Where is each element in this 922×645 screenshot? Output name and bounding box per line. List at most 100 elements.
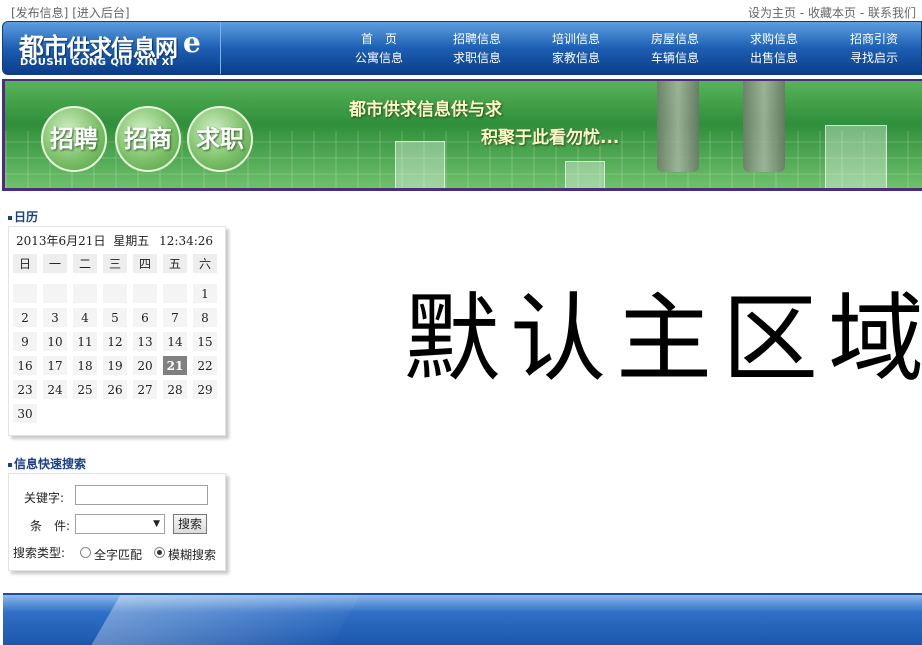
- calendar-day[interactable]: 5: [102, 307, 128, 328]
- calendar-day[interactable]: 16: [12, 355, 38, 376]
- calendar-day[interactable]: 4: [72, 307, 98, 328]
- quick-search-panel: 关键字: 条 件: ▼ 搜索 搜索类型: 全字匹配 模糊搜索: [8, 473, 226, 571]
- nav-housing-info[interactable]: 房屋信息: [635, 30, 715, 49]
- calendar-empty-cell: [102, 283, 128, 304]
- calendar-day[interactable]: 15: [192, 331, 218, 352]
- calendar-section-title: 日历: [8, 208, 38, 225]
- logo-pinyin-text: DOUSHI GONG QIU XIN XI: [20, 57, 174, 68]
- calendar-day[interactable]: 10: [42, 331, 68, 352]
- calendar-weekday-header: 日: [12, 253, 38, 274]
- nav-recruitment-info[interactable]: 招聘信息: [437, 30, 517, 49]
- nav-apartment-info[interactable]: 公寓信息: [339, 49, 419, 68]
- calendar-widget: 2013年6月21日 星期五 12:34:26 日一二三四五六123456789…: [8, 226, 226, 436]
- footer-bar: [3, 593, 922, 645]
- bookmark-link[interactable]: 收藏本页: [808, 6, 856, 20]
- calendar-day[interactable]: 28: [162, 379, 188, 400]
- calendar-day-today[interactable]: 21: [162, 355, 188, 376]
- calendar-day[interactable]: 30: [12, 403, 38, 424]
- search-section-title: 信息快速搜索: [8, 455, 86, 472]
- calendar-weekday-header: 一: [42, 253, 68, 274]
- contact-us-link[interactable]: 联系我们: [868, 6, 916, 20]
- chevron-down-icon: ▼: [153, 519, 160, 529]
- top-left-links: [发布信息] [进入后台]: [11, 4, 130, 21]
- calendar-day[interactable]: 22: [192, 355, 218, 376]
- exact-match-label[interactable]: 全字匹配: [94, 546, 142, 563]
- nav-vehicle-info[interactable]: 车辆信息: [635, 49, 715, 68]
- calendar-day[interactable]: 29: [192, 379, 218, 400]
- calendar-day[interactable]: 19: [102, 355, 128, 376]
- calendar-day[interactable]: 13: [132, 331, 158, 352]
- fuzzy-search-label[interactable]: 模糊搜索: [168, 546, 216, 563]
- link-separator: -: [796, 6, 808, 20]
- nav-tutoring-info[interactable]: 家教信息: [536, 49, 616, 68]
- bullet-square-icon: [8, 215, 12, 220]
- calendar-day[interactable]: 24: [42, 379, 68, 400]
- calendar-empty-cell: [162, 283, 188, 304]
- person-legs-graphic: [743, 81, 785, 172]
- nav-column-4: 房屋信息 车辆信息: [635, 30, 715, 68]
- calendar-day[interactable]: 2: [12, 307, 38, 328]
- calendar-weekday-header: 四: [132, 253, 158, 274]
- calendar-day[interactable]: 18: [72, 355, 98, 376]
- top-links-bar: [发布信息] [进入后台] 设为主页 - 收藏本页 - 联系我们: [0, 0, 922, 22]
- site-logo[interactable]: 都市供求信息网 e DOUSHI GONG QIU XIN XI: [3, 22, 221, 74]
- calendar-day[interactable]: 26: [102, 379, 128, 400]
- banner-slogan-line1: 都市供求信息供与求: [349, 100, 502, 120]
- nav-notices-info[interactable]: 寻找启示: [834, 49, 914, 68]
- calendar-day[interactable]: 27: [132, 379, 158, 400]
- promo-banner: 招聘 招商 求职 都市供求信息供与求 积聚于此看勿忧...: [2, 79, 922, 191]
- nav-for-sale-info[interactable]: 出售信息: [734, 49, 814, 68]
- banner-bubble-investment: 招商: [115, 106, 181, 172]
- building-graphic: [825, 125, 887, 188]
- publish-info-link[interactable]: [发布信息]: [11, 6, 68, 20]
- set-homepage-link[interactable]: 设为主页: [748, 6, 796, 20]
- enter-backend-link[interactable]: [进入后台]: [72, 6, 129, 20]
- nav-training-info[interactable]: 培训信息: [536, 30, 616, 49]
- logo-e-mark: e: [183, 26, 201, 59]
- nav-investment-info[interactable]: 招商引资: [834, 30, 914, 49]
- calendar-day[interactable]: 23: [12, 379, 38, 400]
- calendar-empty-cell: [42, 283, 68, 304]
- keyword-input[interactable]: [75, 485, 208, 505]
- calendar-day[interactable]: 25: [72, 379, 98, 400]
- keyword-label: 关键字:: [24, 491, 65, 505]
- calendar-day[interactable]: 11: [72, 331, 98, 352]
- calendar-weekday-header: 二: [72, 253, 98, 274]
- calendar-weekday-header: 六: [192, 253, 218, 274]
- calendar-day[interactable]: 17: [42, 355, 68, 376]
- nav-column-5: 求购信息 出售信息: [734, 30, 814, 68]
- nav-home[interactable]: 首 页: [339, 30, 419, 49]
- calendar-date: 2013年6月21日: [16, 234, 106, 248]
- nav-job-seeking-info[interactable]: 求职信息: [437, 49, 517, 68]
- person-legs-graphic: [657, 81, 699, 172]
- calendar-day[interactable]: 9: [12, 331, 38, 352]
- exact-match-radio[interactable]: [80, 547, 91, 558]
- banner-bubble-recruit: 招聘: [41, 106, 107, 172]
- link-separator: -: [856, 6, 868, 20]
- calendar-day[interactable]: 3: [42, 307, 68, 328]
- banner-slogan-line2: 积聚于此看勿忧...: [481, 128, 620, 148]
- building-graphic: [395, 141, 445, 188]
- calendar-day[interactable]: 6: [132, 307, 158, 328]
- condition-select[interactable]: ▼: [75, 514, 165, 534]
- calendar-weekday: 星期五: [113, 234, 150, 248]
- calendar-weekday-header: 三: [102, 253, 128, 274]
- calendar-day[interactable]: 1: [192, 283, 218, 304]
- search-type-label: 搜索类型:: [13, 546, 66, 560]
- building-graphic: [565, 161, 605, 188]
- footer-shine-graphic: [79, 595, 367, 645]
- calendar-clock: 12:34:26: [159, 234, 214, 248]
- calendar-day[interactable]: 14: [162, 331, 188, 352]
- search-button[interactable]: 搜索: [173, 514, 207, 534]
- calendar-day[interactable]: 7: [162, 307, 188, 328]
- calendar-weekday-header: 五: [162, 253, 188, 274]
- top-right-links: 设为主页 - 收藏本页 - 联系我们: [748, 4, 916, 21]
- main-content-placeholder: 默认主区域: [404, 283, 922, 395]
- nav-column-2: 招聘信息 求职信息: [437, 30, 517, 68]
- nav-wanted-info[interactable]: 求购信息: [734, 30, 814, 49]
- calendar-day[interactable]: 8: [192, 307, 218, 328]
- calendar-day[interactable]: 20: [132, 355, 158, 376]
- calendar-empty-cell: [12, 283, 38, 304]
- calendar-day[interactable]: 12: [102, 331, 128, 352]
- fuzzy-search-radio[interactable]: [154, 547, 165, 558]
